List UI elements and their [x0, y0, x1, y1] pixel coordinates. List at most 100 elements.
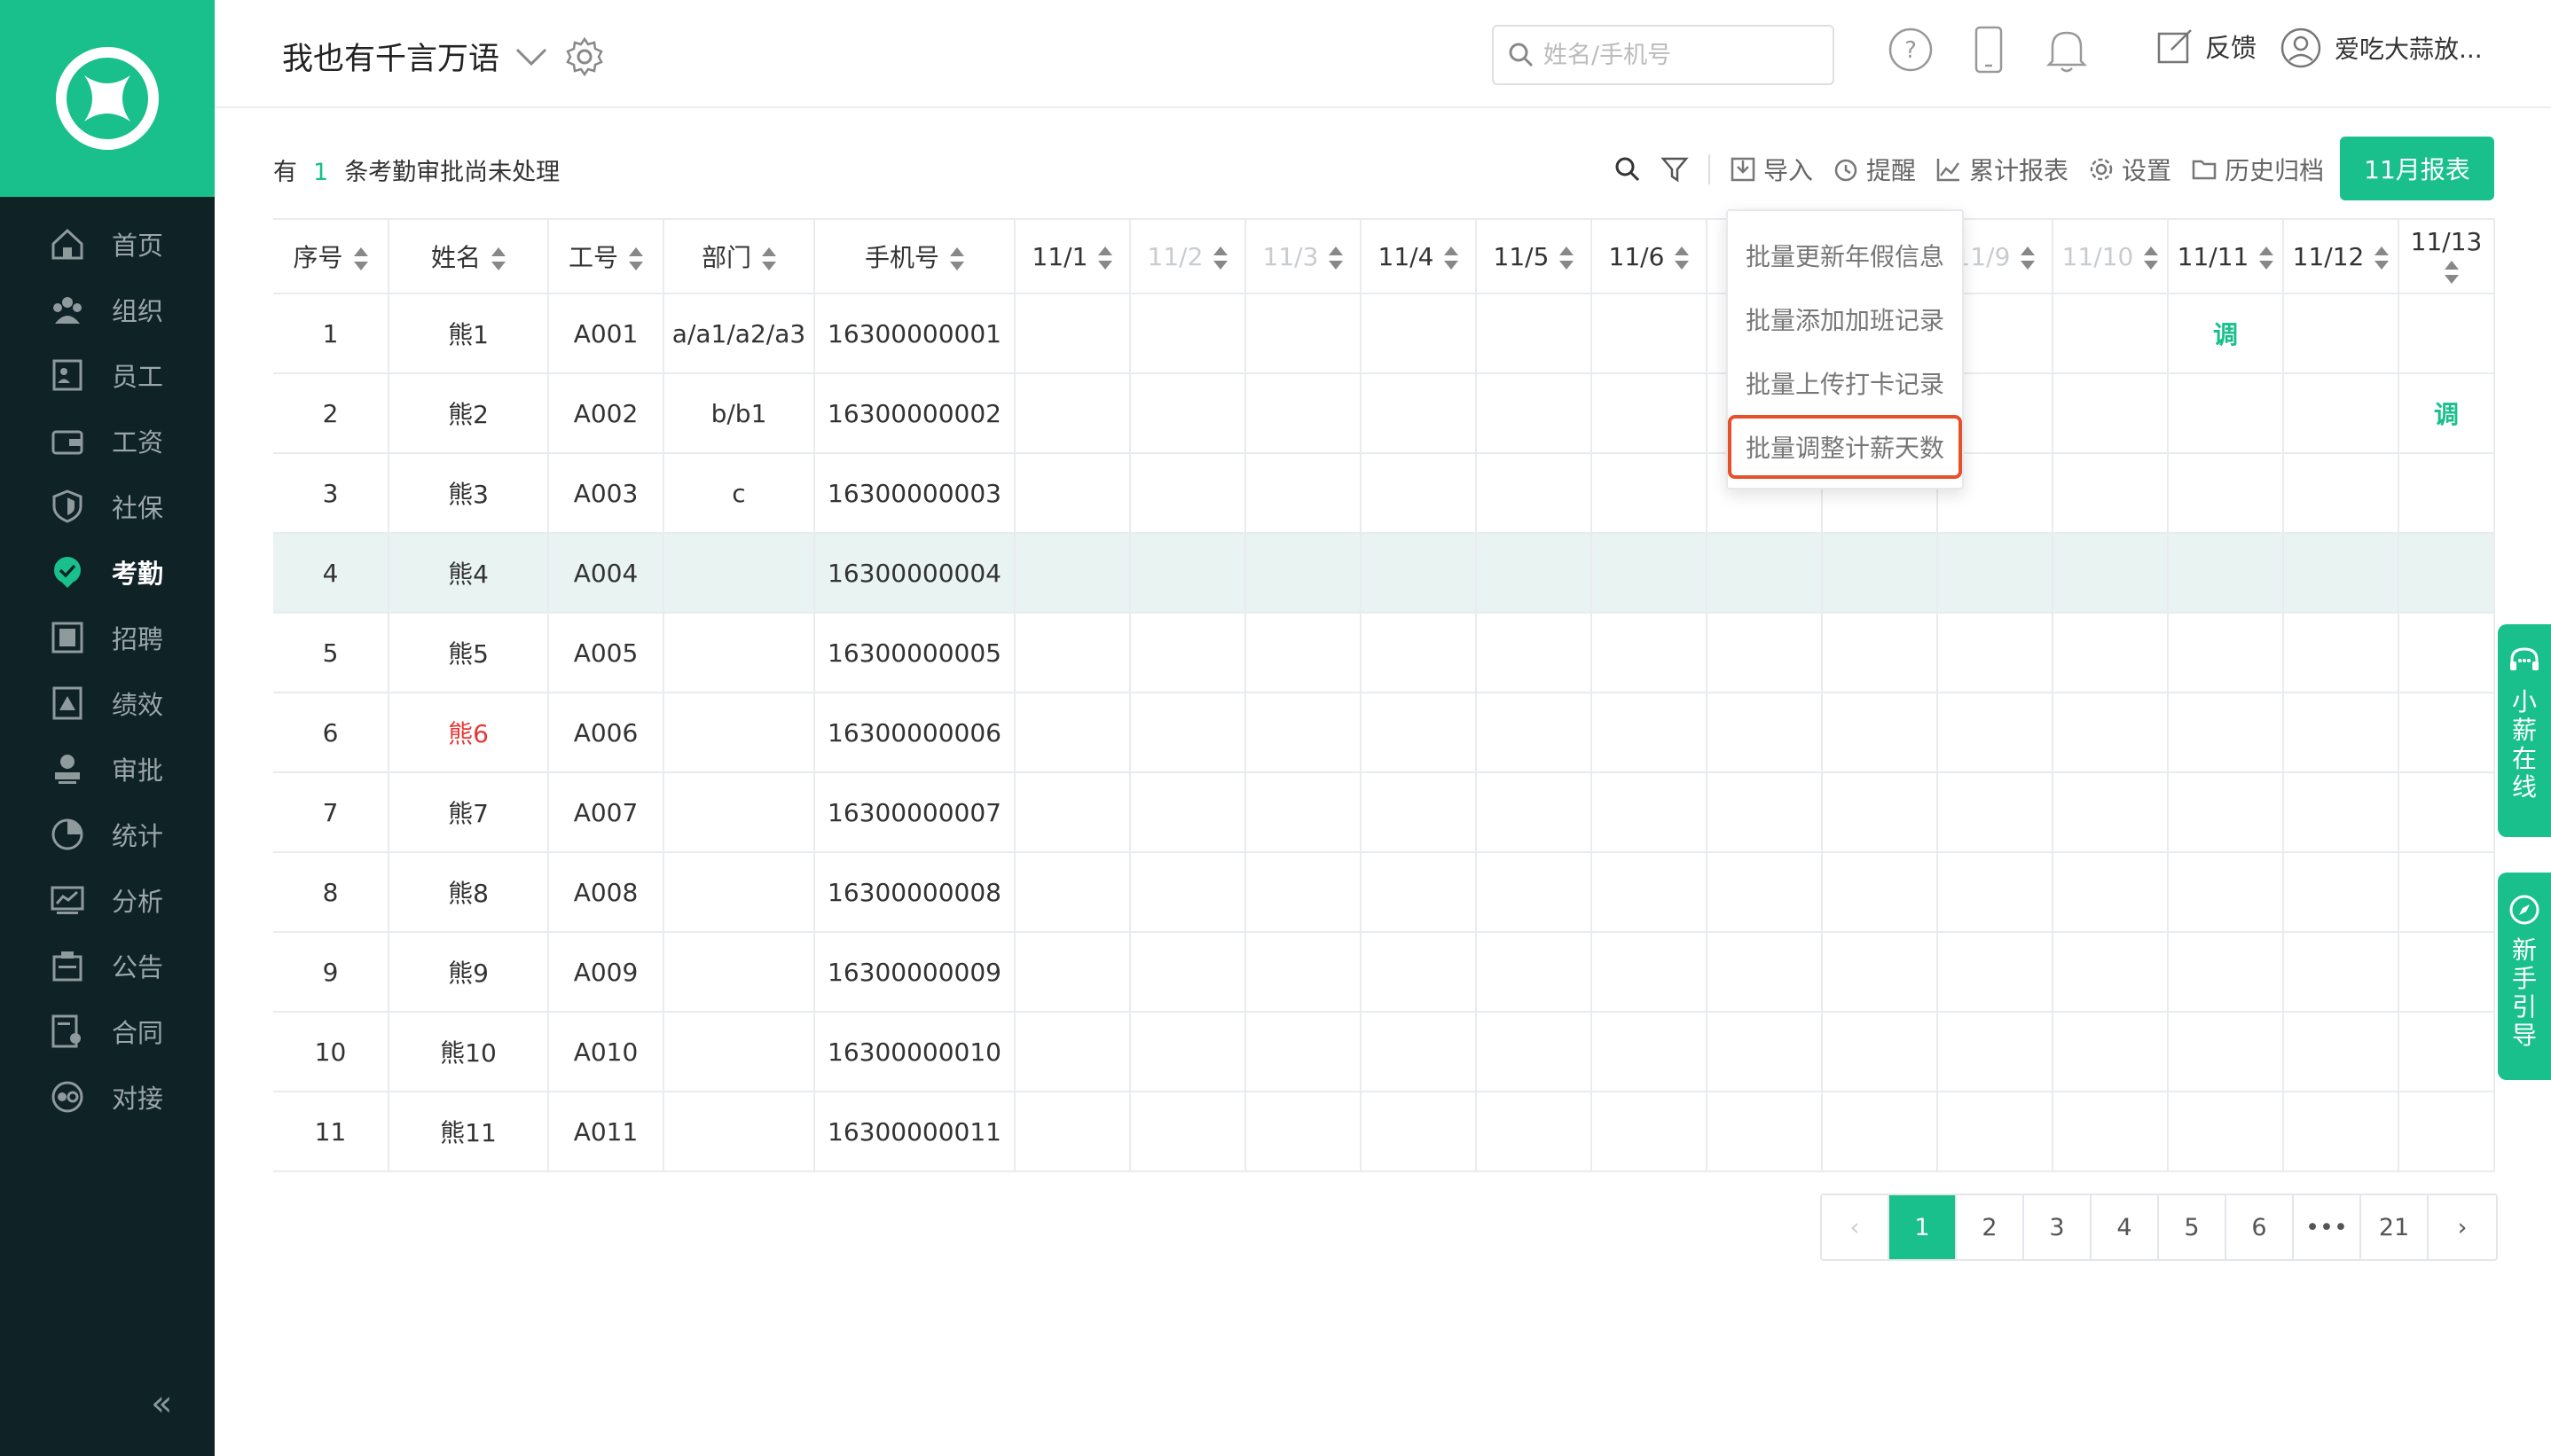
day-cell[interactable] [2053, 693, 2169, 773]
day-cell[interactable] [1245, 693, 1362, 773]
day-cell[interactable] [1937, 533, 2053, 614]
day-cell[interactable] [1591, 693, 1707, 773]
day-cell[interactable] [1591, 613, 1707, 693]
user-menu[interactable]: 爱吃大蒜放... [2280, 27, 2483, 69]
day-cell[interactable] [1476, 453, 1592, 534]
page-button[interactable]: 2 [1957, 1195, 2024, 1259]
day-cell[interactable] [1015, 613, 1131, 693]
day-cell[interactable] [1476, 852, 1592, 933]
column-header[interactable]: 11/3 [1245, 218, 1362, 294]
day-cell[interactable] [1361, 453, 1477, 534]
day-cell[interactable] [2168, 852, 2284, 933]
day-cell[interactable] [2398, 772, 2495, 853]
day-cell[interactable] [1245, 932, 1362, 1013]
day-cell[interactable] [1591, 852, 1707, 933]
sort-icon[interactable] [950, 247, 964, 270]
table-row[interactable]: 8 熊8 A008 16300000008 [273, 852, 2495, 933]
sidebar-item[interactable]: 社保 [0, 474, 215, 539]
day-cell[interactable] [2168, 1012, 2284, 1092]
day-cell[interactable] [1707, 693, 1823, 773]
day-cell[interactable] [1591, 1092, 1707, 1172]
day-cell[interactable] [1361, 772, 1477, 853]
sidebar-item[interactable]: 绩效 [0, 670, 215, 736]
feedback-button[interactable]: 反馈 [2155, 27, 2257, 66]
day-cell[interactable] [2283, 1092, 2399, 1172]
prev-page-icon[interactable]: ‹ [1822, 1195, 1889, 1259]
day-cell[interactable] [1822, 613, 1938, 693]
day-cell[interactable] [2168, 533, 2284, 614]
day-cell[interactable] [1822, 533, 1938, 614]
day-cell[interactable] [2053, 613, 2169, 693]
day-cell[interactable] [1361, 1012, 1477, 1092]
day-cell[interactable] [1476, 1092, 1592, 1172]
column-header[interactable]: 手机号 [814, 218, 1016, 294]
sidebar-item[interactable]: 组织 [0, 277, 215, 342]
day-cell[interactable] [1361, 533, 1477, 614]
sort-icon[interactable] [353, 247, 368, 270]
day-cell[interactable] [2168, 373, 2284, 454]
cell-name[interactable]: 熊10 [389, 1012, 549, 1092]
day-cell[interactable] [1361, 1092, 1477, 1172]
day-cell[interactable] [1591, 373, 1707, 454]
table-row[interactable]: 2 熊2 A002 b/b1 16300000002 调 [273, 373, 2495, 454]
day-cell[interactable] [2168, 1092, 2284, 1172]
day-cell[interactable] [2398, 852, 2495, 933]
sort-icon[interactable] [2445, 261, 2459, 284]
day-cell[interactable] [1130, 932, 1246, 1013]
cell-name[interactable]: 熊7 [389, 772, 549, 853]
day-cell[interactable] [1822, 1092, 1938, 1172]
day-cell[interactable] [1015, 693, 1131, 773]
day-cell[interactable] [2168, 932, 2284, 1013]
day-cell[interactable] [2283, 373, 2399, 454]
day-cell[interactable] [1937, 772, 2053, 853]
sort-icon[interactable] [1675, 246, 1690, 270]
cumulative-report-button[interactable]: 累计报表 [1935, 152, 2068, 187]
search-box[interactable] [1492, 25, 1834, 85]
day-cell[interactable] [1591, 772, 1707, 853]
dropdown-item[interactable]: 批量更新年假信息 [1728, 223, 1962, 287]
cell-name[interactable]: 熊11 [389, 1092, 549, 1172]
day-cell[interactable] [1591, 453, 1707, 534]
day-cell[interactable] [1476, 533, 1592, 614]
day-cell[interactable] [1245, 294, 1362, 374]
sidebar-item[interactable]: 工资 [0, 408, 215, 474]
day-cell[interactable] [2283, 453, 2399, 534]
day-cell[interactable] [1591, 932, 1707, 1013]
sidebar-item[interactable]: 招聘 [0, 605, 215, 670]
day-cell[interactable] [2283, 1012, 2399, 1092]
day-cell[interactable] [1245, 533, 1362, 614]
table-row[interactable]: 6 熊6 A006 16300000006 [273, 693, 2495, 773]
table-row[interactable]: 11 熊11 A011 16300000011 [273, 1092, 2495, 1172]
day-cell[interactable] [1707, 932, 1823, 1013]
day-cell[interactable] [1361, 613, 1477, 693]
column-header[interactable]: 11/2 [1130, 218, 1246, 294]
day-cell[interactable] [1937, 693, 2053, 773]
day-cell[interactable] [2283, 693, 2399, 773]
day-cell[interactable] [1015, 1092, 1131, 1172]
day-cell[interactable] [2168, 772, 2284, 853]
column-header[interactable]: 姓名 [389, 218, 549, 294]
table-row[interactable]: 10 熊10 A010 16300000010 [273, 1012, 2495, 1092]
page-button[interactable]: ••• [2294, 1195, 2361, 1259]
day-cell[interactable] [2398, 613, 2495, 693]
settings-button[interactable]: 设置 [2088, 152, 2171, 187]
import-button[interactable]: 导入 [1730, 152, 1813, 187]
day-cell[interactable] [2283, 613, 2399, 693]
column-header[interactable]: 11/5 [1476, 218, 1592, 294]
day-cell[interactable] [1822, 932, 1938, 1013]
day-cell[interactable] [2168, 453, 2284, 534]
column-header[interactable]: 11/4 [1361, 218, 1477, 294]
day-cell[interactable] [2283, 533, 2399, 614]
next-page-icon[interactable]: › [2429, 1195, 2496, 1259]
day-cell[interactable] [1591, 294, 1707, 374]
cell-name[interactable]: 熊9 [389, 932, 549, 1013]
cell-name[interactable]: 熊6 [389, 693, 549, 773]
day-cell[interactable] [2053, 373, 2169, 454]
page-button[interactable]: 1 [1889, 1195, 1957, 1259]
sidebar-item[interactable]: 考勤 [0, 539, 215, 605]
cell-name[interactable]: 熊8 [389, 852, 549, 933]
day-cell[interactable] [1361, 294, 1477, 374]
search-input[interactable] [1543, 41, 1827, 69]
cell-name[interactable]: 熊4 [389, 533, 549, 614]
day-cell[interactable] [1361, 373, 1477, 454]
